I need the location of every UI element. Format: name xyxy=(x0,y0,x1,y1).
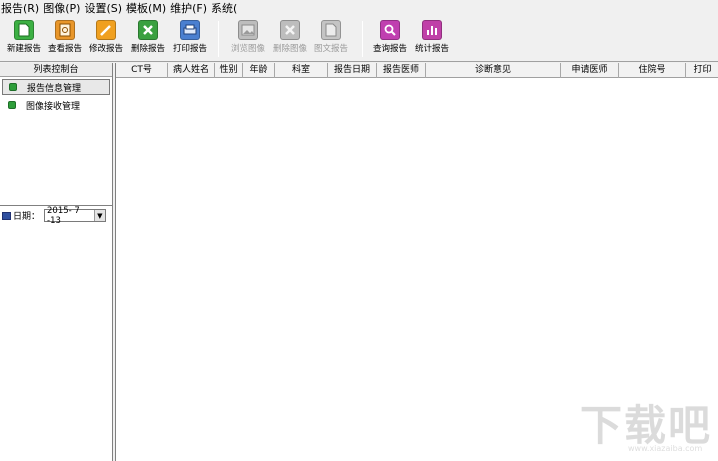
column-diagnosis[interactable]: 诊断意见 xyxy=(426,63,561,78)
browse-image-label: 浏览图像 xyxy=(230,44,265,54)
delete-image-label: 删除图像 xyxy=(272,44,307,54)
column-report-doctor[interactable]: 报告医师 xyxy=(377,63,426,78)
new-report-button[interactable]: 新建报告 xyxy=(2,20,46,60)
printer-icon xyxy=(180,20,200,40)
menu-image[interactable]: 图像(P) xyxy=(42,0,83,17)
print-report-label: 打印报告 xyxy=(172,44,207,54)
pencil-icon xyxy=(96,20,116,40)
grid-header: CT号 病人姓名 性别 年龄 科室 报告日期 报告医师 诊断意见 申请医师 住院… xyxy=(116,63,718,78)
delete-image-x-icon xyxy=(280,20,300,40)
document-icon xyxy=(321,20,341,40)
menu-system[interactable]: 系统( xyxy=(210,0,240,17)
nav-image-receive-management[interactable]: 图像接收管理 xyxy=(2,97,110,113)
delete-image-button[interactable]: 删除图像 xyxy=(268,20,312,60)
delete-report-button[interactable]: 删除报告 xyxy=(126,20,170,60)
edit-report-button[interactable]: 修改报告 xyxy=(84,20,128,60)
panel-title: 列表控制台 xyxy=(0,63,112,77)
view-report-button[interactable]: 查看报告 xyxy=(43,20,87,60)
menu-bar: 报告(R) 图像(P) 设置(S) 模板(M) 维护(F) 系统( xyxy=(0,0,718,17)
view-report-label: 查看报告 xyxy=(47,44,82,54)
green-square-icon xyxy=(9,83,17,91)
view-document-icon xyxy=(55,20,75,40)
stats-report-button[interactable]: 统计报告 xyxy=(410,20,454,60)
list-console-panel: 列表控制台 报告信息管理 图像接收管理 日期： 2015- 7 -13 ▼ xyxy=(0,63,113,461)
date-label: 日期： xyxy=(13,212,41,222)
column-requesting-doctor[interactable]: 申请医师 xyxy=(561,63,619,78)
nav-item-label: 图像接收管理 xyxy=(26,101,81,112)
toolbar: 新建报告 查看报告 修改报告 删除报告 打印报告 浏览图像 删除图像 图文报告 … xyxy=(0,17,718,62)
date-value: 2015- 7 -13 xyxy=(47,205,80,226)
date-picker[interactable]: 2015- 7 -13 ▼ xyxy=(44,206,107,226)
date-filter-row: 日期： 2015- 7 -13 ▼ xyxy=(2,206,107,226)
delete-x-icon xyxy=(138,20,158,40)
column-inpatient-number[interactable]: 住院号 xyxy=(619,63,686,78)
column-report-date[interactable]: 报告日期 xyxy=(328,63,377,78)
bar-chart-icon xyxy=(422,20,442,40)
image-icon xyxy=(238,20,258,40)
menu-report[interactable]: 报告(R) xyxy=(0,0,42,17)
column-department[interactable]: 科室 xyxy=(275,63,328,78)
toolbar-separator xyxy=(362,21,363,57)
column-ct-number[interactable]: CT号 xyxy=(116,63,168,78)
menu-template[interactable]: 模板(M) xyxy=(125,0,169,17)
new-document-icon xyxy=(14,20,34,40)
nav-item-label: 报告信息管理 xyxy=(27,83,82,94)
column-print[interactable]: 打印 xyxy=(686,63,718,78)
stats-report-label: 统计报告 xyxy=(414,44,449,54)
toolbar-separator xyxy=(218,21,219,57)
query-report-label: 查询报告 xyxy=(372,44,407,54)
magnifier-icon xyxy=(380,20,400,40)
watermark: 下载吧 www.xiazaiba.com xyxy=(578,392,712,456)
print-report-button[interactable]: 打印报告 xyxy=(168,20,212,60)
watermark-url: www.xiazaiba.com xyxy=(628,444,703,453)
dropdown-arrow-icon[interactable]: ▼ xyxy=(93,210,106,221)
column-gender[interactable]: 性别 xyxy=(215,63,243,78)
menu-settings[interactable]: 设置(S) xyxy=(83,0,125,17)
browse-image-button[interactable]: 浏览图像 xyxy=(226,20,270,60)
nav-report-info-management[interactable]: 报告信息管理 xyxy=(2,79,110,95)
green-square-icon xyxy=(8,101,16,109)
edit-report-label: 修改报告 xyxy=(88,44,123,54)
menu-maintenance[interactable]: 维护(F) xyxy=(169,0,210,17)
calendar-icon xyxy=(2,211,11,220)
new-report-label: 新建报告 xyxy=(6,44,41,54)
column-age[interactable]: 年龄 xyxy=(243,63,275,78)
delete-report-label: 删除报告 xyxy=(130,44,165,54)
column-patient-name[interactable]: 病人姓名 xyxy=(168,63,215,78)
image-text-report-button[interactable]: 图文报告 xyxy=(309,20,353,60)
query-report-button[interactable]: 查询报告 xyxy=(368,20,412,60)
image-text-report-label: 图文报告 xyxy=(313,44,348,54)
